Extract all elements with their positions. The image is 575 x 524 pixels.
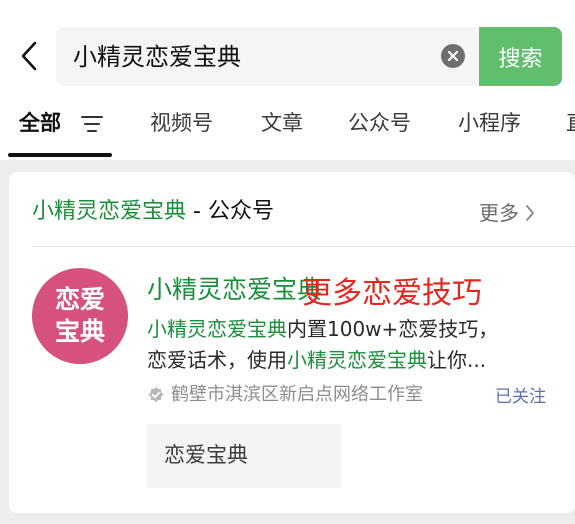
chevron-left-icon (21, 41, 37, 71)
divider (32, 246, 575, 247)
desc-text: 让你... (427, 348, 487, 372)
search-input[interactable]: 小精灵恋爱宝典 (73, 40, 241, 74)
tab-articles[interactable]: 文章 (261, 106, 303, 140)
tab-live[interactable]: 直 (566, 106, 575, 140)
tab-channels[interactable]: 视频号 (150, 106, 213, 140)
verified-badge-icon (148, 387, 164, 403)
avatar-text-line2: 宝典 (54, 317, 105, 346)
desc-text: 恋爱话术，使用 (147, 348, 287, 372)
active-tab-indicator (8, 153, 112, 157)
verified-entity: 鹤壁市淇滨区新启点网络工作室 (171, 384, 423, 405)
back-button[interactable] (14, 40, 44, 72)
result-card: 小精灵恋爱宝典 - 公众号 更多 恋爱 宝典 小精灵恋爱宝典 小精灵恋爱宝典内置… (9, 172, 575, 513)
tab-official-accounts[interactable]: 公众号 (348, 106, 411, 140)
section-title: 小精灵恋爱宝典 - 公众号 (32, 197, 274, 227)
chevron-right-icon (526, 205, 534, 221)
desc-highlight: 小精灵恋爱宝典 (147, 317, 287, 341)
section-title-suffix: - 公众号 (186, 199, 274, 224)
account-description: 小精灵恋爱宝典内置100w+恋爱技巧， 恋爱话术，使用小精灵恋爱宝典让你... (147, 314, 547, 376)
more-label: 更多 (479, 201, 519, 225)
menu-chip[interactable]: 恋爱宝典 (147, 424, 341, 488)
account-name[interactable]: 小精灵恋爱宝典 (147, 274, 322, 306)
search-button[interactable]: 搜索 (479, 27, 562, 86)
avatar-text-line1: 恋爱 (54, 285, 105, 314)
desc-highlight: 小精灵恋爱宝典 (287, 348, 427, 372)
section-title-name: 小精灵恋爱宝典 (32, 199, 187, 224)
follow-status[interactable]: 已关注 (495, 384, 546, 410)
tab-mini-programs[interactable]: 小程序 (458, 106, 521, 140)
search-box: 小精灵恋爱宝典 搜索 (56, 27, 562, 86)
filter-icon[interactable] (80, 114, 104, 134)
clear-button[interactable] (441, 44, 465, 68)
account-avatar[interactable]: 恋爱 宝典 (32, 268, 128, 364)
tab-all[interactable]: 全部 (19, 106, 61, 140)
menu-chip-label: 恋爱宝典 (164, 443, 248, 467)
close-icon (447, 50, 459, 62)
verification-info: 鹤壁市淇滨区新启点网络工作室 (147, 382, 423, 408)
top-bar: 小精灵恋爱宝典 搜索 全部 视频号 文章 公众号 小程序 直 (0, 0, 575, 160)
more-link[interactable]: 更多 (479, 198, 535, 228)
tab-bar: 全部 视频号 文章 公众号 小程序 直 (0, 100, 575, 157)
red-annotation-text: 更多恋爱技巧 (302, 276, 482, 311)
desc-text: 内置100w+恋爱技巧， (287, 317, 499, 341)
